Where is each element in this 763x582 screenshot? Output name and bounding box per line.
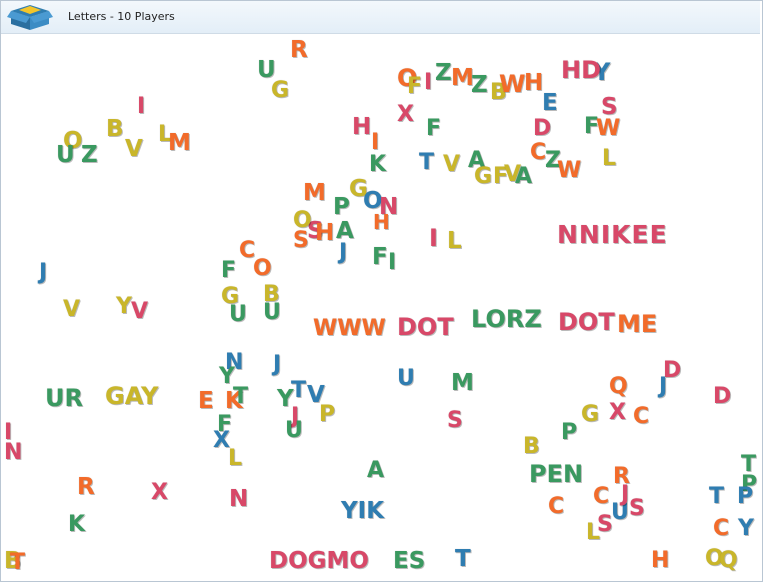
letter-tile[interactable]: I	[424, 72, 432, 94]
letter-tile[interactable]: U	[229, 304, 247, 326]
letter-tile[interactable]: O	[253, 258, 272, 280]
letter-tile[interactable]: E	[198, 390, 214, 413]
letter-tile[interactable]: A	[367, 460, 384, 482]
word-gay[interactable]: GAY	[105, 384, 158, 408]
letter-tile[interactable]: A	[515, 166, 532, 188]
letter-tile[interactable]: I	[371, 132, 379, 154]
letter-tile[interactable]: G	[581, 404, 599, 426]
letter-tile[interactable]: P	[737, 486, 753, 508]
letter-tile[interactable]: W	[499, 72, 525, 96]
letter-tile[interactable]: Y	[116, 296, 132, 318]
letter-tile[interactable]: L	[447, 230, 462, 253]
letter-tile[interactable]: P	[333, 196, 350, 219]
letter-tile[interactable]: U	[397, 368, 415, 390]
letter-tile[interactable]: J	[273, 354, 281, 376]
letter-tile[interactable]: P	[319, 404, 335, 426]
word-yik[interactable]: YIK	[341, 500, 384, 523]
letter-tile[interactable]: S	[293, 230, 309, 252]
letter-tile[interactable]: Z	[435, 62, 452, 85]
letter-tile[interactable]: D	[533, 118, 551, 140]
title-bar: Letters - 10 Players	[1, 1, 760, 34]
letter-tile[interactable]: L	[602, 148, 616, 170]
word-pen[interactable]: PEN	[529, 462, 583, 486]
word-lorz[interactable]: LORZ	[471, 307, 542, 331]
letter-tile[interactable]: F	[426, 118, 441, 140]
letter-tile[interactable]: C	[530, 142, 546, 164]
letter-tile[interactable]: K	[369, 154, 386, 176]
letter-tile[interactable]: N	[229, 488, 248, 511]
letter-tile[interactable]: J	[659, 376, 667, 398]
letter-board[interactable]: R U G I O B V L M U Z O F I Z M Z B W H …	[1, 34, 760, 580]
letter-tile[interactable]: J	[621, 484, 629, 506]
letter-tile[interactable]: X	[151, 482, 168, 504]
letter-tile[interactable]: B	[106, 118, 124, 141]
letter-tile[interactable]: M	[451, 372, 474, 395]
word-dot-2[interactable]: DOT	[558, 310, 615, 334]
letter-tile[interactable]: V	[125, 138, 143, 161]
letter-tile[interactable]: T	[709, 486, 724, 508]
letter-tile[interactable]: H	[524, 72, 543, 95]
word-es[interactable]: ES	[393, 550, 425, 573]
letter-tile[interactable]: C	[548, 496, 564, 518]
word-nnikee[interactable]: NNIKEE	[557, 222, 668, 247]
letter-tile[interactable]: H	[651, 550, 669, 572]
word-www[interactable]: WWW	[313, 318, 386, 340]
letter-tile[interactable]: P	[561, 422, 577, 444]
letter-tile[interactable]: V	[131, 301, 148, 323]
letter-tile[interactable]: F	[372, 246, 388, 269]
letter-tile[interactable]: I	[429, 226, 438, 250]
letter-tile[interactable]: Y	[738, 518, 754, 540]
word-ur[interactable]: UR	[45, 386, 83, 410]
letter-tile[interactable]: K	[68, 514, 85, 536]
letter-tile[interactable]: S	[597, 514, 613, 536]
letter-tile[interactable]: T	[455, 548, 471, 571]
window-title: Letters - 10 Players	[68, 10, 175, 23]
letter-tile[interactable]: T	[10, 552, 25, 574]
word-dot-1[interactable]: DOT	[397, 315, 454, 339]
letter-tile[interactable]: I	[388, 252, 396, 274]
letter-tile[interactable]: C	[713, 518, 729, 540]
letter-tile[interactable]: V	[443, 154, 460, 176]
letter-tile[interactable]: C	[633, 406, 649, 428]
letter-tile[interactable]: X	[397, 104, 414, 126]
letter-tile[interactable]: T	[419, 152, 434, 174]
letter-tile[interactable]: G	[474, 166, 492, 188]
letter-tile[interactable]: U	[285, 420, 303, 442]
letter-tile[interactable]: D	[713, 386, 731, 408]
letter-tile[interactable]: W	[557, 160, 581, 182]
letter-tile[interactable]: Q	[719, 550, 738, 572]
letter-tile[interactable]: B	[523, 436, 540, 458]
letter-tile[interactable]: W	[596, 118, 620, 140]
letter-tile[interactable]: V	[63, 299, 80, 321]
letter-tile[interactable]: H	[373, 212, 390, 232]
letter-tile[interactable]: R	[77, 476, 95, 499]
word-me[interactable]: ME	[617, 312, 657, 336]
letter-tile[interactable]: G	[271, 80, 289, 102]
letter-tile[interactable]: H	[315, 222, 334, 245]
letter-tile[interactable]: E	[542, 92, 558, 115]
letter-tile[interactable]: L	[228, 448, 242, 470]
letter-tile[interactable]: F	[221, 260, 236, 282]
word-dogmo[interactable]: DOGMO	[269, 550, 369, 573]
word-hd[interactable]: HD	[561, 58, 601, 82]
letter-tile[interactable]: M	[303, 182, 326, 205]
letter-tile[interactable]: M	[168, 132, 191, 155]
letter-tile[interactable]: S	[629, 498, 645, 520]
open-box-icon	[7, 5, 53, 30]
letter-tile[interactable]: J	[39, 262, 47, 284]
letter-tile[interactable]: J	[339, 242, 347, 264]
letter-tile[interactable]: S	[447, 410, 463, 432]
letter-tile[interactable]: I	[137, 96, 145, 118]
letter-tile[interactable]: U	[263, 302, 281, 324]
letter-tile[interactable]: X	[609, 402, 626, 424]
letter-tile[interactable]: R	[290, 39, 308, 62]
letter-tile[interactable]: N	[4, 442, 22, 464]
letter-tile[interactable]: H	[352, 116, 371, 139]
letter-tile[interactable]: C	[593, 486, 609, 508]
letter-tile[interactable]: F	[407, 76, 422, 98]
letter-tile[interactable]: T	[233, 386, 248, 408]
